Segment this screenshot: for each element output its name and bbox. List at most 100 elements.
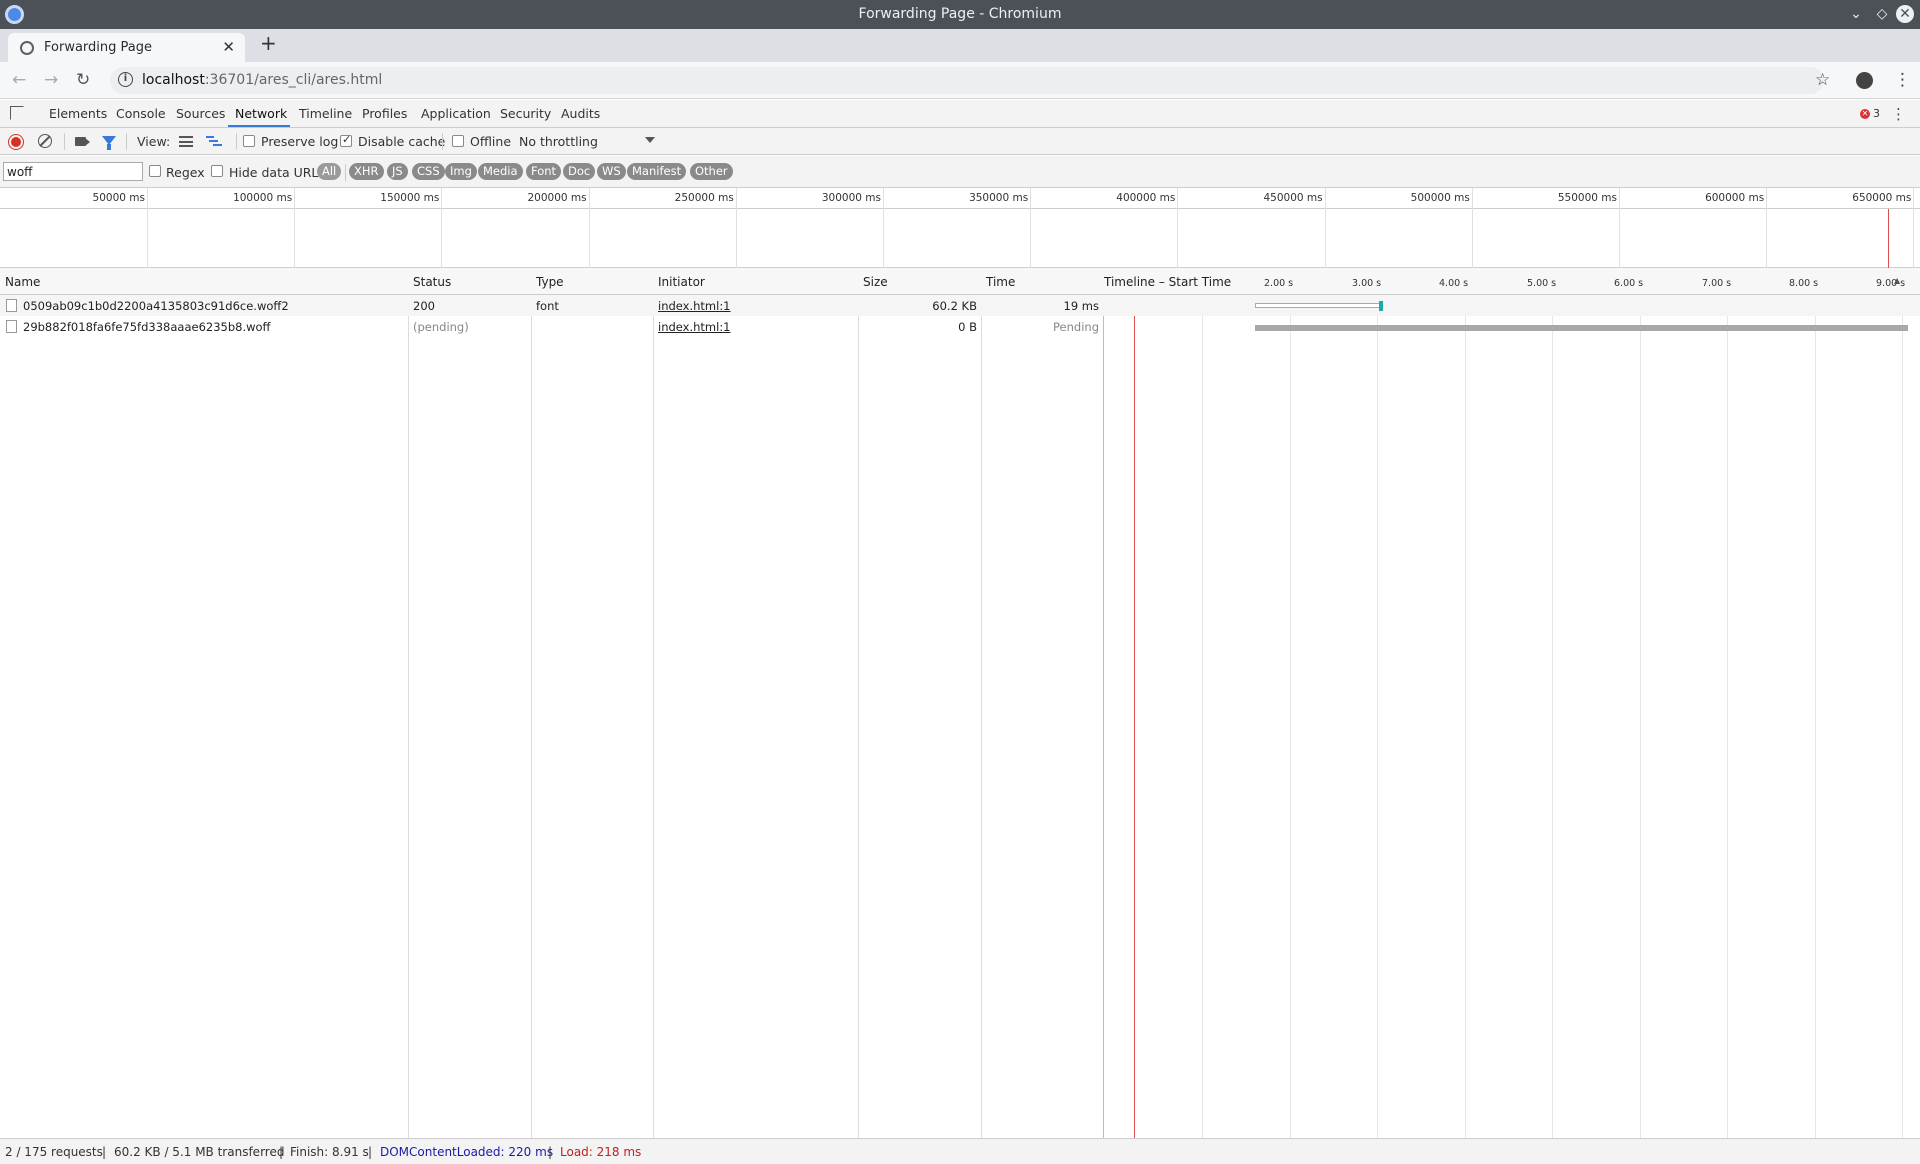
browser-menu-icon[interactable]: ⋮ <box>1894 70 1911 90</box>
request-name[interactable]: 0509ab09c1b0d2200a4135803c91d6ce.woff2 <box>23 299 289 313</box>
preserve-log-checkbox[interactable] <box>243 135 255 147</box>
minimize-icon[interactable]: ⌄ <box>1846 4 1866 24</box>
inspect-element-icon[interactable] <box>10 106 24 120</box>
table-row[interactable]: 29b882f018fa6fe75fd338aaae6235b8.woff (p… <box>0 316 1920 337</box>
filter-icon[interactable] <box>102 136 116 150</box>
bookmark-star-icon[interactable]: ☆ <box>1815 70 1830 90</box>
overview-gridline <box>735 188 737 268</box>
overview-tick-label: 500000 ms <box>1410 192 1470 204</box>
type-filter-ws[interactable]: WS <box>597 163 626 180</box>
type-filter-css[interactable]: CSS <box>412 163 445 180</box>
waterfall-tick: 9.00 s <box>1876 278 1906 289</box>
tab-elements[interactable]: Elements <box>49 106 107 121</box>
load-event-marker <box>1134 295 1135 1138</box>
request-initiator-link[interactable]: index.html:1 <box>658 299 731 313</box>
profile-avatar-icon[interactable] <box>1856 72 1873 89</box>
tab-audits[interactable]: Audits <box>561 106 600 121</box>
sort-arrow-icon[interactable]: ▲ <box>1894 276 1900 285</box>
network-overview[interactable]: 50000 ms 100000 ms 150000 ms 200000 ms 25000… <box>0 188 1920 268</box>
error-count-badge[interactable]: ✕ 3 <box>1860 107 1880 120</box>
column-divider[interactable] <box>408 268 409 1138</box>
overview-tick-label: 300000 ms <box>821 192 881 204</box>
chevron-down-icon[interactable] <box>645 137 655 143</box>
type-filter-media[interactable]: Media <box>478 163 523 180</box>
overview-gridline <box>1913 188 1915 268</box>
maximize-icon[interactable]: ◇ <box>1872 4 1892 24</box>
regex-checkbox[interactable] <box>149 165 161 177</box>
toolbar-divider <box>345 164 346 181</box>
header-size[interactable]: Size <box>863 275 888 289</box>
waterfall-bar-receiving[interactable] <box>1379 301 1383 311</box>
waterfall-tick: 7.00 s <box>1702 278 1732 289</box>
filter-input[interactable] <box>3 162 143 181</box>
type-filter-manifest[interactable]: Manifest <box>627 163 687 180</box>
request-initiator-link[interactable]: index.html:1 <box>658 320 731 334</box>
header-time[interactable]: Time <box>986 275 1015 289</box>
header-timeline[interactable]: Timeline – Start Time <box>1104 275 1231 289</box>
tab-timeline[interactable]: Timeline <box>299 106 352 121</box>
tab-network[interactable]: Network <box>235 106 287 121</box>
request-time: Pending <box>1053 320 1099 334</box>
overview-icon[interactable] <box>206 136 222 147</box>
reload-icon[interactable]: ↻ <box>76 70 90 90</box>
url-text[interactable]: localhost:36701/ares_cli/ares.html <box>142 72 382 88</box>
throttling-select[interactable]: No throttling <box>519 134 598 149</box>
site-info-icon[interactable]: i <box>118 72 133 87</box>
forward-icon[interactable]: → <box>44 70 58 90</box>
offline-checkbox[interactable] <box>452 135 464 147</box>
devtools-menu-icon[interactable]: ⋮ <box>1891 105 1906 123</box>
column-divider[interactable] <box>653 268 654 1138</box>
tab-profiles[interactable]: Profiles <box>362 106 407 121</box>
overview-gridline <box>1766 188 1768 268</box>
tab-console[interactable]: Console <box>116 106 166 121</box>
request-time: 19 ms <box>1063 299 1099 313</box>
type-filter-all[interactable]: All <box>317 163 342 180</box>
type-filter-xhr[interactable]: XHR <box>349 163 384 180</box>
type-filter-img[interactable]: Img <box>445 163 477 180</box>
overview-tick-label: 150000 ms <box>380 192 440 204</box>
overview-load-marker <box>1888 209 1889 268</box>
disable-cache-checkbox[interactable] <box>340 133 352 147</box>
tab-application[interactable]: Application <box>421 106 491 121</box>
request-name[interactable]: 29b882f018fa6fe75fd338aaae6235b8.woff <box>23 320 270 334</box>
header-name[interactable]: Name <box>5 275 40 289</box>
header-initiator[interactable]: Initiator <box>658 275 705 289</box>
overview-gridline <box>588 188 590 268</box>
tab-security[interactable]: Security <box>500 106 551 121</box>
load-time: Load: 218 ms <box>560 1145 642 1159</box>
clear-icon[interactable] <box>38 134 52 148</box>
type-filter-other[interactable]: Other <box>690 163 733 180</box>
status-separator: | <box>279 1145 284 1159</box>
waterfall-bar-waiting[interactable] <box>1255 303 1380 308</box>
capture-screenshots-icon[interactable] <box>75 137 90 146</box>
tab-sources[interactable]: Sources <box>176 106 225 121</box>
column-divider[interactable] <box>981 268 982 1138</box>
new-tab-icon[interactable]: + <box>260 31 277 55</box>
column-divider[interactable] <box>531 268 532 1138</box>
column-divider[interactable] <box>858 268 859 1138</box>
error-count: 3 <box>1873 107 1880 120</box>
header-type[interactable]: Type <box>536 275 564 289</box>
type-filter-doc[interactable]: Doc <box>563 163 596 180</box>
table-row[interactable]: 0509ab09c1b0d2200a4135803c91d6ce.woff2 2… <box>0 295 1920 316</box>
address-bar[interactable]: i localhost:36701/ares_cli/ares.html <box>110 67 1824 94</box>
record-icon[interactable] <box>9 135 23 149</box>
type-filter-font[interactable]: Font <box>526 163 562 180</box>
close-tab-icon[interactable]: ✕ <box>222 38 235 56</box>
hide-data-urls-checkbox[interactable] <box>211 165 223 177</box>
overview-tick-label: 400000 ms <box>1116 192 1176 204</box>
column-divider[interactable] <box>1103 268 1104 1138</box>
back-icon[interactable]: ← <box>12 70 26 90</box>
toolbar-divider <box>442 133 443 150</box>
waterfall-bar-pending[interactable] <box>1255 325 1908 331</box>
close-window-icon[interactable]: ✕ <box>1896 5 1914 23</box>
page-favicon-icon <box>20 41 34 55</box>
large-rows-icon[interactable] <box>179 136 193 147</box>
overview-ruler: 50000 ms 100000 ms 150000 ms 200000 ms 25000… <box>0 188 1920 209</box>
header-status[interactable]: Status <box>413 275 451 289</box>
url-host: localhost <box>142 72 205 88</box>
waterfall-tick: 3.00 s <box>1352 278 1382 289</box>
tab-title: Forwarding Page <box>44 40 152 55</box>
browser-tab[interactable]: Forwarding Page ✕ <box>8 33 245 62</box>
type-filter-js[interactable]: JS <box>387 163 408 180</box>
